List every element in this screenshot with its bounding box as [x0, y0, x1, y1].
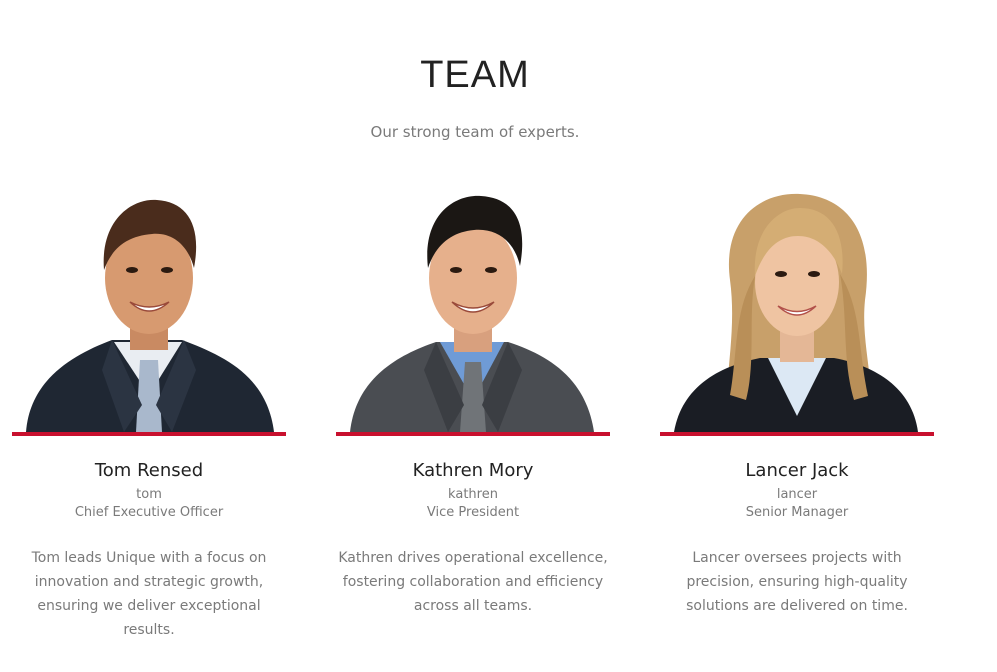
- member-role: Vice President: [426, 505, 520, 520]
- section-title: TEAM: [420, 54, 530, 96]
- member-role: Chief Executive Officer: [74, 505, 224, 520]
- member-name: Lancer Jack: [745, 460, 849, 481]
- member-photo: [12, 190, 286, 432]
- section-subtitle: Our strong team of experts.: [370, 123, 580, 141]
- photo-accent-bar: [660, 432, 934, 436]
- member-photo: [336, 190, 610, 432]
- member-handle: tom: [136, 487, 162, 502]
- team-member-card: Kathren Mory kathren Vice President Kath…: [336, 190, 610, 642]
- member-photo-image: [350, 195, 594, 432]
- member-handle: kathren: [448, 487, 498, 502]
- member-photo-image: [26, 199, 274, 432]
- team-member-card: Tom Rensed tom Chief Executive Officer T…: [12, 190, 286, 642]
- member-photo: [660, 190, 934, 432]
- team-grid: Tom Rensed tom Chief Executive Officer T…: [12, 190, 934, 642]
- member-name: Kathren Mory: [412, 460, 534, 481]
- member-bio: Kathren drives operational excellence, f…: [338, 550, 608, 614]
- member-photo-image: [674, 193, 918, 432]
- member-handle: lancer: [776, 487, 818, 502]
- photo-accent-bar: [12, 432, 286, 436]
- photo-accent-bar: [336, 432, 610, 436]
- member-role: Senior Manager: [745, 505, 849, 520]
- team-member-card: Lancer Jack lancer Senior Manager Lancer…: [660, 190, 934, 642]
- member-bio: Lancer oversees projects with precision,…: [686, 550, 908, 614]
- member-name: Tom Rensed: [94, 460, 204, 481]
- member-bio: Tom leads Unique with a focus on innovat…: [31, 550, 267, 638]
